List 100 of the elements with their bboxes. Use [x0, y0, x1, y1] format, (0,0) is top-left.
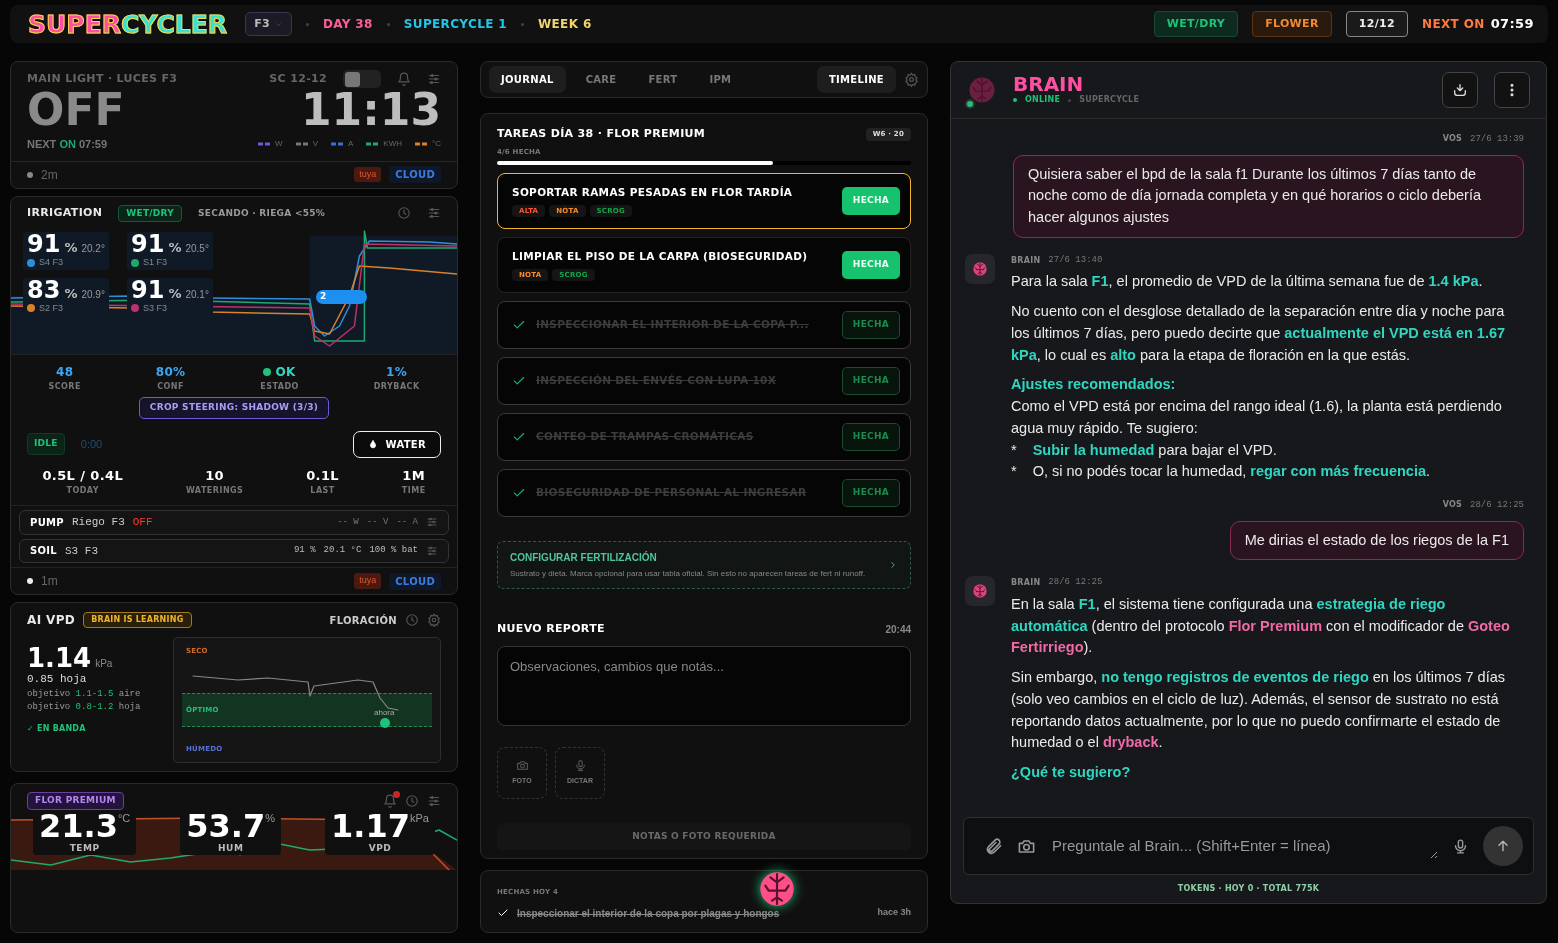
journal-tab[interactable]: FERT [636, 66, 690, 93]
climate-value: 1.17 [331, 809, 410, 842]
temperature-value: 20.5° [185, 242, 209, 256]
device-reading: 100 % bat [369, 544, 418, 557]
message-paragraph: Para la sala F1, el promedio de VPD de la última semana fue de 1.4 kPa. [1011, 272, 1484, 292]
moisture-value: 91 [27, 232, 61, 256]
message-composer[interactable]: Preguntale al Brain... (Shift+Enter = línea) [963, 817, 1534, 875]
leaf-vpd: 0.85 hoja [27, 672, 88, 687]
done-task-text: Inspeccionar el interior de la copa por plagas y hongos [517, 906, 781, 921]
device-reading: 20.1 °C [323, 544, 362, 557]
device-type: SOIL [30, 544, 57, 559]
device-reading: -- W [337, 515, 359, 529]
camera-icon [515, 758, 529, 772]
journal-tab[interactable]: CARE [573, 66, 629, 93]
unit-label: % [64, 241, 78, 254]
done-button[interactable]: HECHA [841, 311, 900, 339]
report-time: 20:44 [885, 622, 911, 637]
drop-icon [367, 438, 378, 450]
light-clock: 11:13 [300, 88, 441, 132]
temperature-value: 20.2° [81, 242, 105, 256]
timeline-button[interactable]: TIMELINE [816, 66, 896, 93]
sensor-name: S2 F3 [39, 301, 63, 315]
next-on-label: NEXT ON [1422, 16, 1485, 33]
band-status: ✓ EN BANDA [27, 722, 87, 735]
clock-icon[interactable] [405, 793, 419, 808]
paperclip-icon[interactable] [984, 836, 1003, 856]
total-label: TODAY [65, 485, 100, 497]
fert-setup-card[interactable]: CONFIGURAR FERTILIZACIÓN Sustrato y dieta. Marca opcional para usar tabla oficial. Sin esto no aparecen tareas de fert ni runoff. [497, 541, 911, 589]
climate-value: 53.7 [186, 809, 266, 842]
water-button[interactable]: WATER [352, 430, 441, 458]
moisture-value: 91 [131, 232, 165, 256]
clock-icon[interactable] [405, 613, 419, 627]
bell-icon[interactable] [397, 72, 411, 86]
brain-icon [967, 75, 997, 105]
settings-icon[interactable] [427, 206, 441, 221]
clock-icon[interactable] [397, 206, 411, 221]
done-button[interactable]: HECHA [841, 251, 900, 279]
device-name: S3 F3 [65, 543, 98, 559]
sync-button[interactable] [1442, 72, 1478, 108]
journal-tab[interactable]: IPM [697, 66, 744, 93]
total-value: 10 [204, 466, 226, 485]
message-paragraph: O, si no podés tocar la humedad, regar con más frecuencia. [1032, 462, 1431, 482]
moisture-value: 91 [131, 277, 165, 302]
settings-icon[interactable] [427, 72, 441, 86]
message-author: BRAIN [1011, 577, 1041, 589]
sensor-name: S1 F3 [143, 256, 167, 269]
cloud-badge: CLOUD [389, 166, 441, 183]
photoperiod-badge: 12/12 [1345, 10, 1409, 38]
done-button[interactable]: HECHA [841, 423, 900, 451]
day-label: DAY 38 [322, 16, 373, 33]
total-value: 0.1L [306, 466, 339, 485]
light-toggle[interactable] [343, 70, 381, 88]
stat-label: CONF [156, 381, 185, 393]
stat-value: 48 [55, 364, 74, 381]
message-time: 27/6 13:39 [1470, 133, 1524, 146]
check-icon [512, 430, 526, 444]
journal-tab[interactable]: JOURNAL [489, 66, 566, 93]
message-author: VOS [1442, 499, 1462, 511]
stage-label: FLORACIÓN [329, 613, 397, 628]
brain-icon [972, 583, 988, 600]
current-point [380, 718, 390, 728]
device-type: PUMP [30, 515, 64, 530]
total-label: WATERINGS [185, 485, 244, 497]
timer-value: 0:00 [80, 436, 103, 452]
check-icon [497, 907, 509, 919]
send-button[interactable] [1483, 826, 1523, 866]
message-paragraph: No cuento con el desglose detallado de la separación entre día y noche para los últimos 7 días, pero puedo decirte que actualmente el VPD está en 1.67 kPa, lo cual es alto para la etapa de floración en la que estás. [1011, 302, 1507, 365]
done-button[interactable]: HECHA [841, 479, 900, 507]
message-paragraph: Me dirias el estado de los riegos de la F1 [1244, 530, 1509, 550]
settings-icon[interactable] [426, 516, 438, 529]
check-icon [512, 374, 526, 388]
done-button[interactable]: HECHA [841, 367, 900, 395]
settings-icon[interactable] [426, 544, 438, 557]
message-input[interactable]: Preguntale al Brain... (Shift+Enter = línea) [1050, 833, 1438, 859]
unit-label: % [265, 810, 276, 824]
settings-icon[interactable] [427, 793, 441, 808]
mode-badge: WET/DRY [118, 204, 183, 222]
total-value: 0.5L / 0.4L [42, 466, 124, 485]
target-range: objetivo 1.1-1.5 aire [27, 687, 142, 701]
total-label: LAST [309, 485, 336, 497]
status-dot [1013, 98, 1017, 102]
settings-icon[interactable] [427, 613, 441, 627]
vpd-title: AI VPD [27, 612, 76, 629]
bell-icon[interactable] [383, 793, 397, 808]
room-selector[interactable]: F3 [245, 11, 292, 37]
brain-icon[interactable] [757, 869, 797, 909]
report-field[interactable]: Observaciones, cambios que notás... [497, 645, 911, 726]
stat-label: ESTADO [260, 381, 299, 393]
total-value: 1M [401, 466, 426, 485]
moisture-value: 83 [27, 277, 61, 302]
check-icon [512, 318, 526, 332]
device-name: Riego F3 [71, 515, 125, 530]
protocol-badge: FLOR PREMIUM [27, 792, 124, 810]
done-task-time: hace 3h [877, 906, 911, 920]
event-marker: 2 [316, 290, 367, 304]
more-button[interactable] [1494, 72, 1530, 108]
message-author: VOS [1442, 133, 1462, 145]
settings-icon[interactable] [904, 72, 919, 87]
done-button[interactable]: HECHA [841, 187, 900, 215]
microphone-icon[interactable] [1452, 837, 1469, 855]
